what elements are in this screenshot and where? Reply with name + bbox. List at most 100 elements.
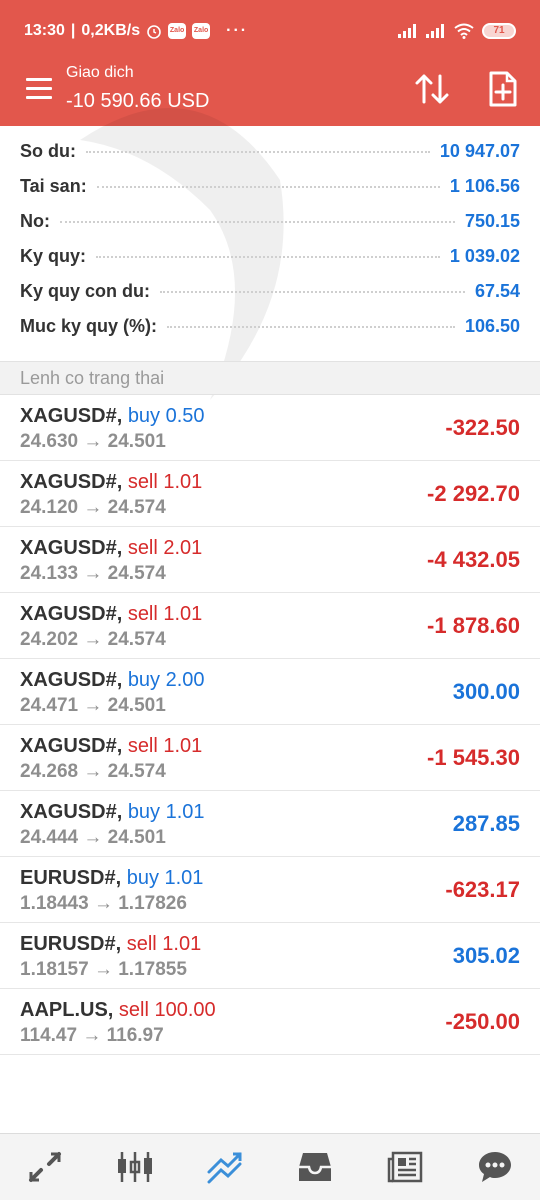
summary-label: Ky quy con du: [20,281,150,301]
order-symbol: XAGUSD#, [20,471,123,493]
order-type: buy 2.00 [127,669,205,691]
order-row[interactable]: XAGUSD#, buy 2.00 24.471 → 24.501 300.00 [0,659,540,725]
nav-news[interactable] [375,1137,435,1197]
trade-icon [207,1152,242,1184]
order-type: sell 1.01 [127,471,203,493]
order-profit: -623.17 [445,877,520,902]
order-profit: -322.50 [445,415,520,440]
app-header: 13:30 | 0,2KB/s Zalo Zalo ··· 71 Giao di… [0,0,540,126]
summary-value: 10 947.07 [439,141,520,161]
nav-trade[interactable] [195,1137,255,1197]
order-prices: 114.47 → 116.97 [20,1025,164,1046]
order-prices: 1.18157 → 1.17855 [20,959,187,980]
sort-arrows-icon[interactable] [414,72,450,106]
messages-icon [479,1152,511,1182]
order-type: sell 1.01 [126,933,202,955]
summary-row-margin-level: Muc ky quy (%): 106.50 [20,316,520,351]
order-row[interactable]: AAPL.US, sell 100.00 114.47 → 116.97 -25… [0,989,540,1055]
summary-value: 106.50 [464,316,520,336]
hamburger-icon[interactable] [26,78,52,100]
order-prices: 24.202 → 24.574 [20,629,166,650]
order-row[interactable]: XAGUSD#, buy 0.50 24.630 → 24.501 -322.5… [0,395,540,461]
order-type: sell 100.00 [118,999,216,1021]
signal-icon [398,24,416,38]
order-symbol: XAGUSD#, [20,405,123,427]
order-row[interactable]: XAGUSD#, sell 1.01 24.202 → 24.574 -1 87… [0,593,540,659]
summary-value: 67.54 [474,281,520,301]
order-symbol: XAGUSD#, [20,801,123,823]
news-icon [387,1151,423,1183]
order-symbol: XAGUSD#, [20,603,123,625]
zalo-icon: Zalo [192,23,211,39]
order-prices: 24.120 → 24.574 [20,497,166,518]
summary-row-free-margin: Ky quy con du: 67.54 [20,281,520,316]
battery-indicator: 71 [482,23,516,39]
order-profit: 300.00 [452,679,520,704]
wifi-icon [454,23,474,39]
order-row[interactable]: XAGUSD#, buy 1.01 24.444 → 24.501 287.85 [0,791,540,857]
order-symbol: XAGUSD#, [20,735,123,757]
order-prices: 24.268 → 24.574 [20,761,166,782]
toolbar: Giao dich -10 590.66 USD [0,62,540,126]
order-type: buy 0.50 [127,405,205,427]
summary-value: 1 106.56 [449,176,520,196]
order-profit: 305.02 [452,943,520,968]
more-notifications: ··· [226,22,249,39]
status-net-speed: 0,2KB/s [81,22,141,39]
summary-label: Ky quy: [20,246,87,266]
summary-value: 1 039.02 [449,246,520,266]
signal-icon [426,24,444,38]
summary-label: No: [20,211,50,231]
account-summary: So du: 10 947.07 Tai san: 1 106.56 No: 7… [0,126,540,362]
order-type: buy 1.01 [127,801,205,823]
order-symbol: XAGUSD#, [20,669,123,691]
order-symbol: AAPL.US, [20,999,114,1021]
order-row[interactable]: EURUSD#, sell 1.01 1.18157 → 1.17855 305… [0,923,540,989]
summary-value: 750.15 [464,211,520,231]
summary-label: Tai san: [20,176,87,196]
order-type: buy 1.01 [126,867,204,889]
order-prices: 24.630 → 24.501 [20,431,166,452]
chart-icon [118,1152,152,1182]
order-profit: -1 545.30 [427,745,520,770]
order-prices: 24.444 → 24.501 [20,827,166,848]
status-time: 13:30 [24,22,65,39]
nav-quotes[interactable] [15,1137,75,1197]
order-symbol: EURUSD#, [20,867,122,889]
order-symbol: XAGUSD#, [20,537,123,559]
alarm-icon [147,25,161,39]
zalo-icon: Zalo [168,23,187,39]
summary-label: Muc ky quy (%): [20,316,158,336]
section-header: Lenh co trang thai [0,361,540,395]
order-row[interactable]: XAGUSD#, sell 2.01 24.133 → 24.574 -4 43… [0,527,540,593]
order-profit: -4 432.05 [427,547,520,572]
status-bar: 13:30 | 0,2KB/s Zalo Zalo ··· 71 [0,0,540,62]
summary-row-equity: Tai san: 1 106.56 [20,176,520,211]
order-row[interactable]: EURUSD#, buy 1.01 1.18443 → 1.17826 -623… [0,857,540,923]
nav-messages[interactable] [465,1137,525,1197]
summary-row-margin: Ky quy: 1 039.02 [20,246,520,281]
nav-chart[interactable] [105,1137,165,1197]
order-profit: -250.00 [445,1009,520,1034]
orders-list: XAGUSD#, buy 0.50 24.630 → 24.501 -322.5… [0,395,540,1055]
nav-history[interactable] [285,1137,345,1197]
order-profit: -1 878.60 [427,613,520,638]
order-type: sell 1.01 [127,735,203,757]
order-type: sell 2.01 [127,537,203,559]
new-document-icon[interactable] [488,70,518,108]
history-icon [299,1153,331,1181]
bottom-navigation [0,1133,540,1200]
order-prices: 1.18443 → 1.17826 [20,893,187,914]
order-row[interactable]: XAGUSD#, sell 1.01 24.120 → 24.574 -2 29… [0,461,540,527]
summary-label: So du: [20,141,76,161]
order-row[interactable]: XAGUSD#, sell 1.01 24.268 → 24.574 -1 54… [0,725,540,791]
order-prices: 24.471 → 24.501 [20,695,166,716]
account-profit: -10 590.66 USD [66,90,210,112]
page-title: Giao dich [66,64,134,81]
order-profit: -2 292.70 [427,481,520,506]
summary-row-credit: No: 750.15 [20,211,520,246]
order-profit: 287.85 [452,811,520,836]
order-prices: 24.133 → 24.574 [20,563,166,584]
order-symbol: EURUSD#, [20,933,122,955]
quotes-icon [29,1152,61,1182]
